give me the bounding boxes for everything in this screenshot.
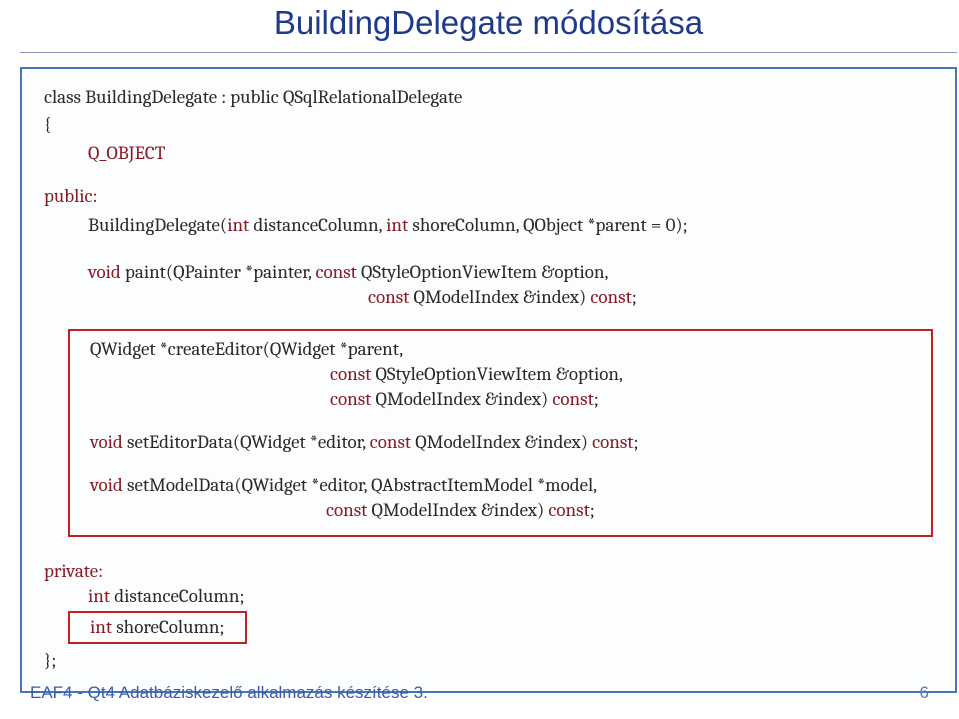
- dist-text: distanceColumn;: [110, 585, 244, 607]
- open-brace: {: [44, 112, 933, 137]
- highlight-box-methods: QWidget *createEditor(QWidget *parent, c…: [68, 329, 933, 537]
- class-declaration: class BuildingDelegate : public QSqlRela…: [44, 85, 933, 110]
- page-number: 6: [920, 683, 929, 703]
- ctor-name: BuildingDelegate(: [88, 214, 227, 236]
- public-label: public:: [44, 184, 933, 209]
- keyword-void: void: [90, 474, 123, 496]
- keyword-const: const: [548, 499, 589, 521]
- ce-text3: QModelIndex &index): [371, 388, 552, 410]
- distance-column-member: int distanceColumn;: [44, 584, 933, 609]
- keyword-const: const: [326, 499, 367, 521]
- sed-text3: ;: [634, 431, 639, 453]
- slide-title: BuildingDelegate módosítása: [20, 4, 957, 53]
- private-label: private:: [44, 559, 933, 584]
- ctor-arg2: shoreColumn, QObject *parent = 0);: [408, 214, 687, 236]
- ce-text1: QWidget *createEditor(QWidget *parent,: [90, 338, 403, 360]
- paint-text4: ;: [632, 286, 637, 308]
- keyword-const: const: [368, 286, 409, 308]
- set-editor-data-method: void setEditorData(QWidget *editor, cons…: [90, 430, 915, 455]
- paint-text3: QModelIndex &index): [409, 286, 590, 308]
- smd-text2: QModelIndex &index): [367, 499, 548, 521]
- set-model-data-method: void setModelData(QWidget *editor, QAbst…: [90, 473, 915, 523]
- keyword-const: const: [370, 431, 411, 453]
- sed-text2: QModelIndex &index): [411, 431, 592, 453]
- slide-footer: EAF4 - Qt4 Adatbáziskezelő alkalmazás ké…: [30, 683, 929, 703]
- ce-text2: QStyleOptionViewItem &option,: [371, 363, 623, 385]
- code-box: class BuildingDelegate : public QSqlRela…: [20, 67, 957, 693]
- keyword-const: const: [315, 261, 356, 283]
- shore-text: shoreColumn;: [112, 616, 224, 638]
- qobject-macro: Q_OBJECT: [44, 141, 933, 166]
- ctor-arg1: distanceColumn,: [249, 214, 386, 236]
- slide: BuildingDelegate módosítása buildingdele…: [0, 0, 959, 719]
- smd-text3: ;: [590, 499, 595, 521]
- keyword-int: int: [227, 214, 249, 236]
- keyword-const: const: [330, 388, 371, 410]
- keyword-const: const: [590, 286, 631, 308]
- constructor-line: BuildingDelegate(int distanceColumn, int…: [44, 213, 933, 238]
- paint-method: void paint(QPainter *painter, const QSty…: [44, 260, 933, 310]
- keyword-const: const: [592, 431, 633, 453]
- footer-text: EAF4 - Qt4 Adatbáziskezelő alkalmazás ké…: [30, 683, 428, 703]
- sed-text1: setEditorData(QWidget *editor,: [123, 431, 370, 453]
- paint-text2: QStyleOptionViewItem &option,: [357, 261, 609, 283]
- keyword-const: const: [552, 388, 593, 410]
- keyword-int: int: [90, 616, 112, 638]
- close-brace: };: [44, 648, 933, 673]
- ce-text4: ;: [594, 388, 599, 410]
- highlight-box-member: int shoreColumn;: [68, 611, 247, 644]
- keyword-void: void: [90, 431, 123, 453]
- keyword-int: int: [88, 585, 110, 607]
- smd-text1: setModelData(QWidget *editor, QAbstractI…: [123, 474, 597, 496]
- keyword-int: int: [386, 214, 408, 236]
- create-editor-method: QWidget *createEditor(QWidget *parent, c…: [90, 337, 915, 412]
- keyword-const: const: [330, 363, 371, 385]
- paint-text1: paint(QPainter *painter,: [121, 261, 316, 283]
- keyword-void: void: [88, 261, 121, 283]
